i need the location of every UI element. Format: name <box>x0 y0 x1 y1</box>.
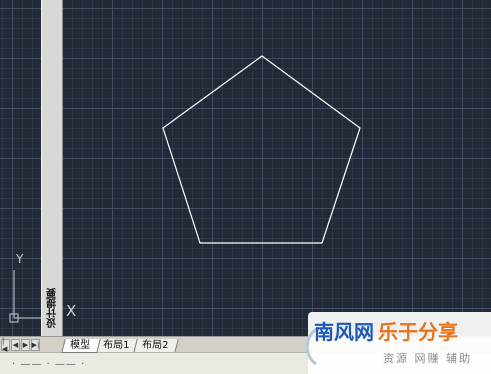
drawing-canvas[interactable]: Y <box>0 0 491 336</box>
palette-title: 设计提要 <box>47 288 59 328</box>
autocad-window: Y X 设计提要 |◀ ◀ ▶ ▶| 模型 布局1 布局2 · —— · —— … <box>0 0 491 374</box>
tab-layout1-label: 布局1 <box>103 340 130 351</box>
watermark-subtitle: 资源 网赚 辅助 <box>383 352 472 365</box>
watermark-left-text: 南风网 <box>314 320 374 344</box>
site-watermark: 南风网 乐于分享 资源 网赚 辅助 <box>305 312 491 374</box>
ucs-y-label: Y <box>16 252 24 266</box>
tab-layout2-label: 布局2 <box>142 340 169 351</box>
layout-tabs: 模型 布局1 布局2 <box>61 337 180 353</box>
command-line-text: · —— · —— · <box>12 359 86 370</box>
watermark-title: 南风网 乐于分享 <box>314 316 458 345</box>
tab-layout2[interactable]: 布局2 <box>133 339 180 353</box>
design-center-palette[interactable]: 设计提要 <box>41 0 63 352</box>
drawing-layer <box>162 55 361 244</box>
first-tab-button[interactable]: |◀ <box>1 337 10 353</box>
ucs-x-label: X <box>66 302 77 320</box>
prev-tab-button[interactable]: ◀ <box>11 338 20 351</box>
next-tab-button[interactable]: ▶ <box>21 338 30 351</box>
tab-model-label: 模型 <box>70 340 91 351</box>
pentagon-shape[interactable] <box>162 55 361 244</box>
watermark-right-text: 乐于分享 <box>378 320 458 344</box>
tab-model[interactable]: 模型 <box>61 339 101 353</box>
last-tab-button[interactable]: ▶| <box>31 338 40 351</box>
